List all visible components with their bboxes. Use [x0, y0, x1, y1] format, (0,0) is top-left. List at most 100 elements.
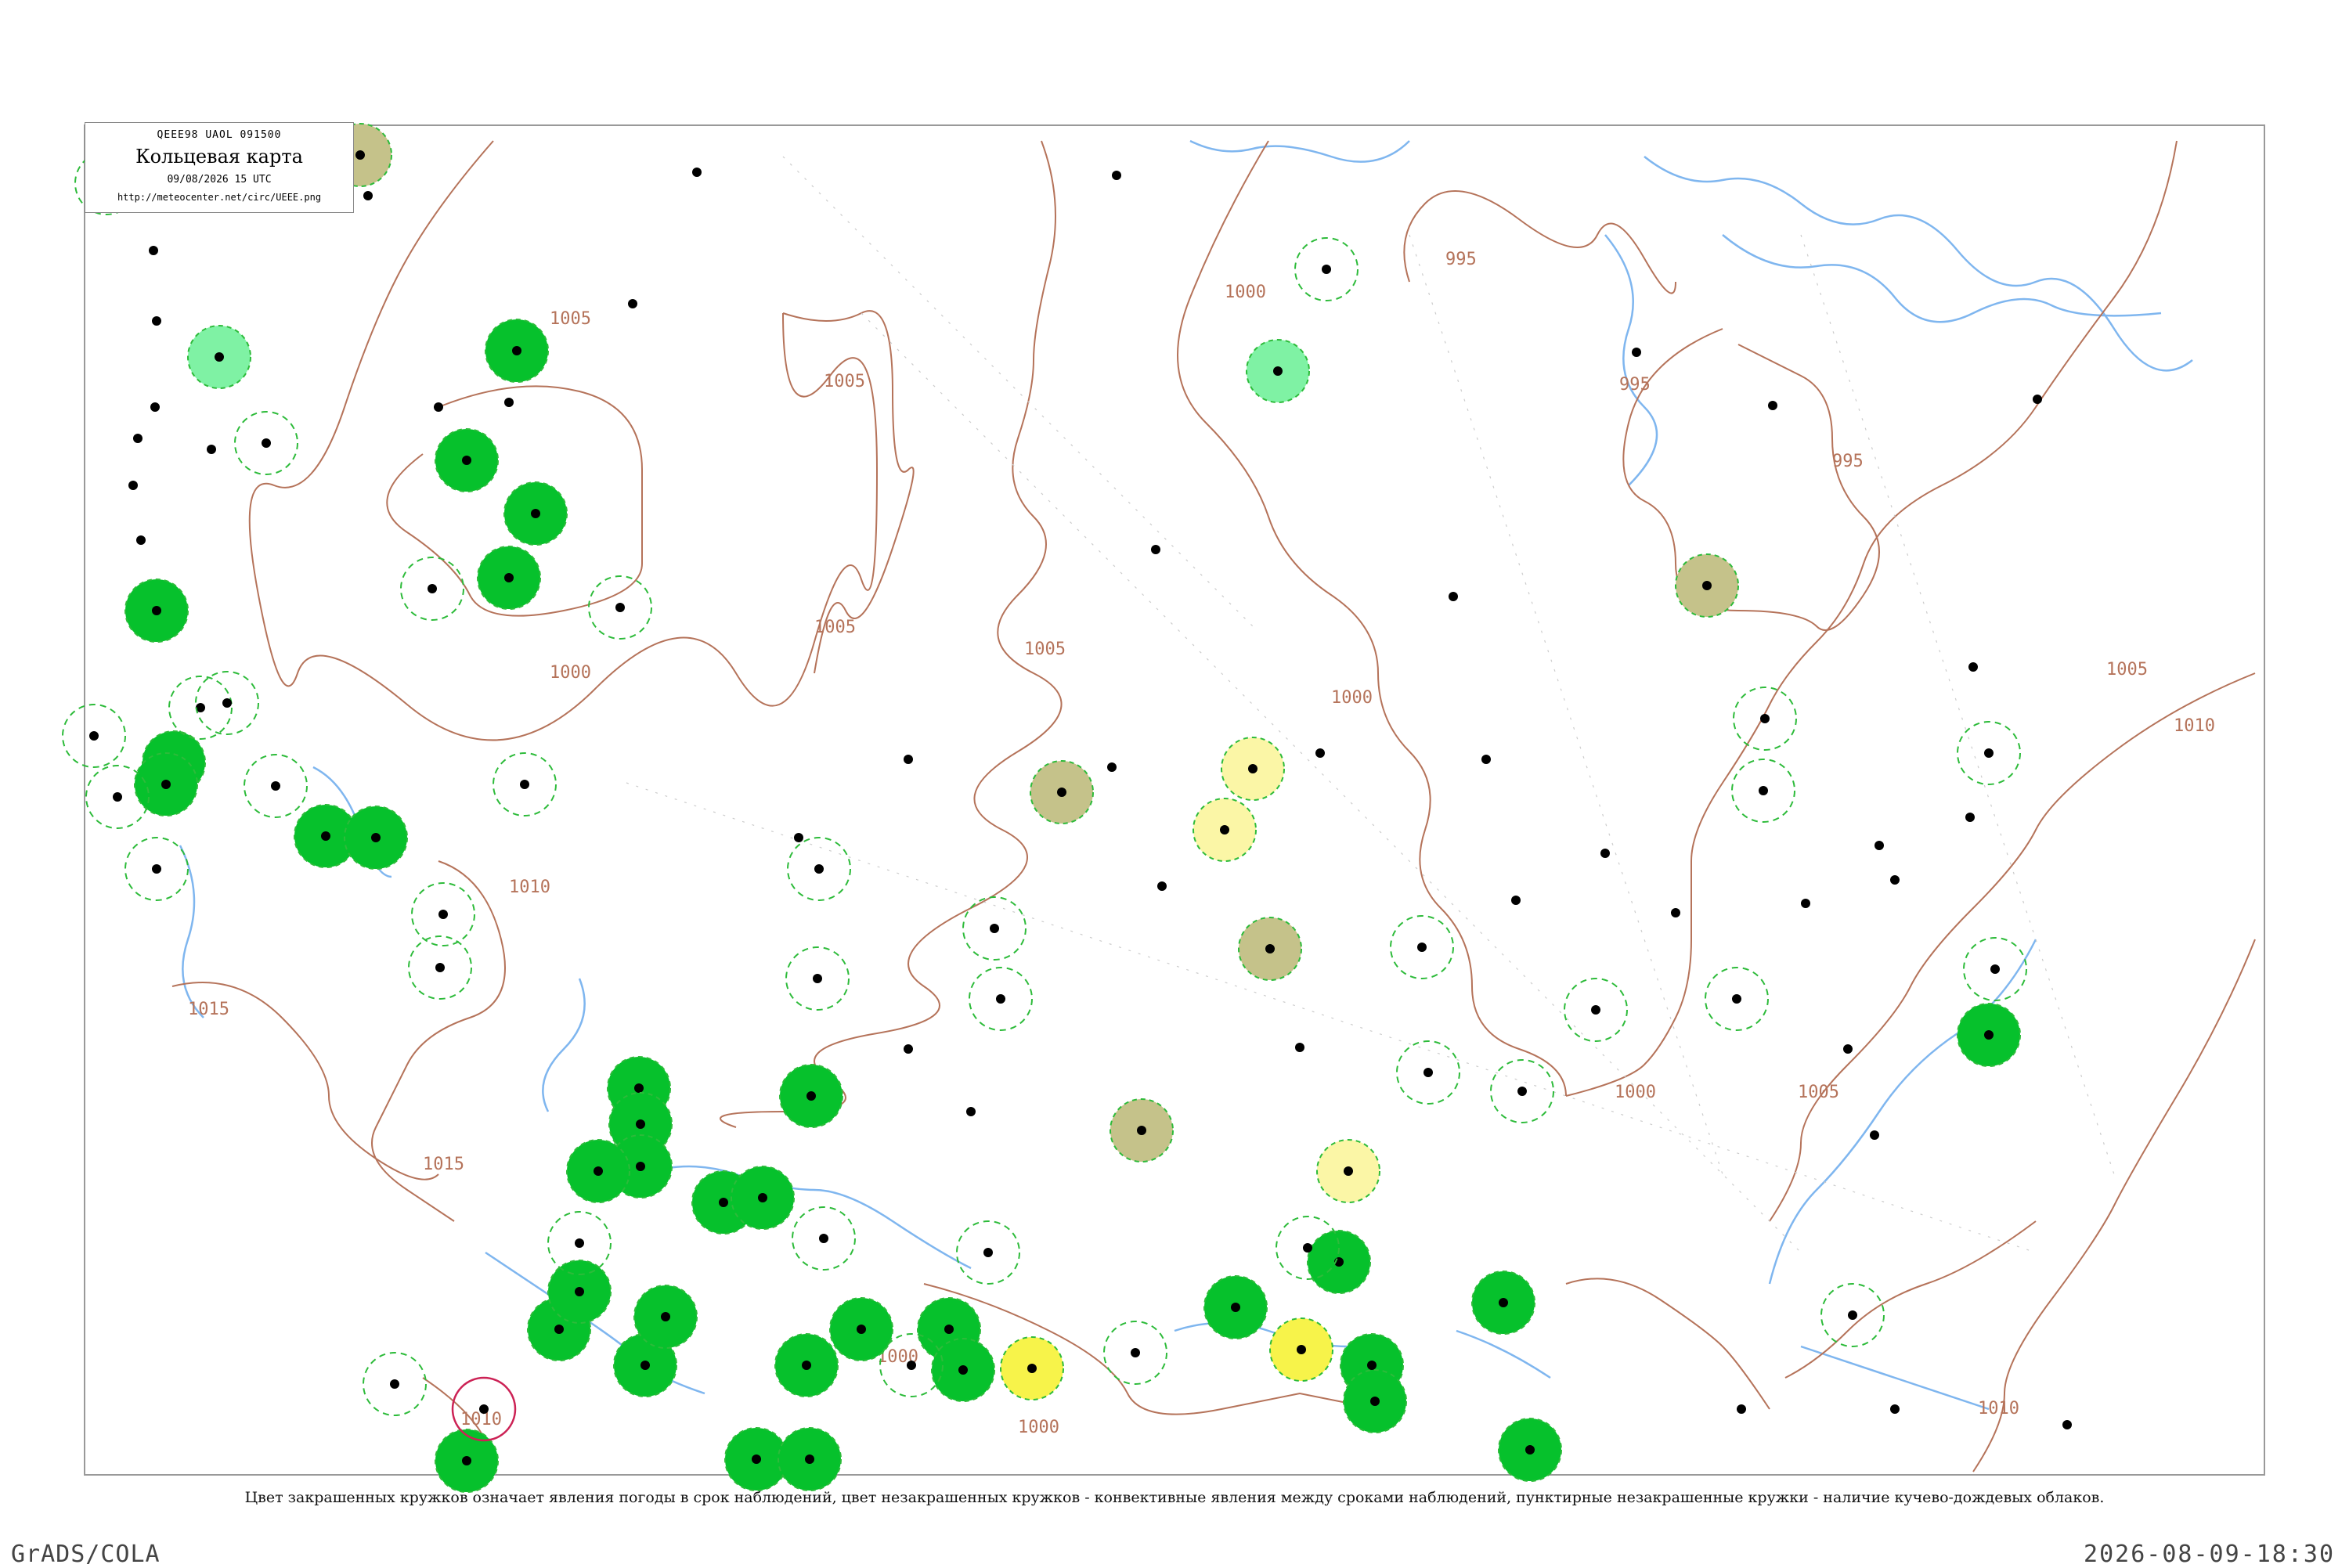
- station-dot: [149, 246, 158, 255]
- station-dot: [133, 434, 143, 443]
- station-dot: [1027, 1364, 1037, 1373]
- station-dot: [944, 1325, 954, 1334]
- rivers: [179, 139, 2193, 1411]
- station-dot: [262, 438, 271, 448]
- station-dot: [207, 445, 216, 454]
- station-dot: [1265, 944, 1275, 953]
- station-dot: [1875, 841, 1884, 850]
- station-dot: [438, 910, 448, 919]
- isobar-label: 1005: [550, 309, 591, 329]
- station-dot: [1151, 545, 1160, 554]
- station-dot: [794, 833, 803, 842]
- station-dot: [462, 1456, 471, 1465]
- map-caption: Цвет закрашенных кружков означает явлени…: [244, 1489, 2105, 1506]
- isobar-label: 995: [1832, 452, 1864, 471]
- isobar-label: 1000: [1615, 1083, 1656, 1102]
- station-dot: [2062, 1420, 2072, 1429]
- isobar-label: 1000: [1331, 688, 1373, 708]
- station-dot: [996, 994, 1005, 1004]
- station-dot: [462, 456, 471, 465]
- station-dot: [479, 1404, 489, 1414]
- station-dot: [1297, 1345, 1306, 1354]
- map-border: [84, 124, 2265, 1476]
- station-dot: [1870, 1130, 1879, 1140]
- station-dot: [1367, 1361, 1377, 1370]
- station-dot: [575, 1287, 584, 1296]
- station-dot: [113, 792, 122, 802]
- station-dot: [1525, 1445, 1535, 1454]
- station-markers: [62, 123, 2072, 1493]
- station-dot: [1273, 366, 1283, 376]
- station-dot: [1843, 1044, 1853, 1054]
- station-dot: [435, 963, 445, 972]
- station-dot: [512, 346, 521, 355]
- station-dot: [1370, 1397, 1380, 1406]
- station-dot: [1057, 788, 1066, 797]
- station-dot: [1968, 662, 1978, 672]
- station-dot: [434, 402, 443, 412]
- station-dot: [1423, 1068, 1433, 1077]
- isobar-label: 1005: [1024, 640, 1066, 659]
- station-dot: [636, 1119, 645, 1129]
- station-dot: [128, 481, 138, 490]
- station-dot: [355, 150, 365, 160]
- isobar-label: 1010: [509, 878, 550, 897]
- station-dot: [1965, 813, 1975, 822]
- station-dot: [1315, 748, 1325, 758]
- station-dot: [1344, 1166, 1353, 1176]
- station-dot: [1481, 755, 1491, 764]
- station-dot: [1231, 1303, 1240, 1312]
- isobar-label: 1000: [550, 663, 591, 683]
- station-dot: [857, 1325, 866, 1334]
- isobar-label: 995: [1619, 375, 1651, 395]
- station-dot: [321, 831, 330, 841]
- station-dot: [819, 1234, 828, 1243]
- station-dot: [2033, 395, 2042, 404]
- station-dot: [1511, 896, 1521, 905]
- station-dot: [371, 833, 381, 842]
- station-dot: [1759, 786, 1768, 795]
- isobar-label: 1015: [188, 1000, 229, 1019]
- station-dot: [363, 191, 373, 200]
- station-dot: [958, 1365, 968, 1375]
- station-dot: [1737, 1404, 1746, 1414]
- station-dot: [1984, 748, 1994, 758]
- station-dot: [520, 780, 529, 789]
- station-dot: [806, 1091, 816, 1101]
- station-dot: [136, 535, 146, 545]
- station-dot: [554, 1325, 564, 1334]
- station-dot: [1107, 762, 1117, 772]
- station-dot: [1848, 1310, 1857, 1320]
- station-dot: [628, 299, 637, 308]
- station-dot: [504, 573, 514, 582]
- station-dot: [1732, 994, 1741, 1004]
- station-dot: [805, 1454, 814, 1464]
- station-dot: [813, 974, 822, 983]
- station-dot: [904, 755, 913, 764]
- station-dot: [814, 864, 824, 874]
- station-dot: [752, 1454, 761, 1464]
- isobar-label: 995: [1445, 250, 1477, 269]
- station-dot: [640, 1361, 650, 1370]
- isobar-label: 1010: [1978, 1399, 2019, 1418]
- station-dot: [1303, 1243, 1312, 1253]
- station-dot: [531, 509, 540, 518]
- map-title: Кольцевая карта: [135, 146, 303, 168]
- source-url[interactable]: http://meteocenter.net/circ/UEEE.png: [85, 192, 353, 203]
- station-dot: [907, 1361, 916, 1370]
- station-dot: [1984, 1030, 1994, 1040]
- station-dot: [215, 352, 224, 362]
- bulletin-code: QEEE98 UAOL 091500: [157, 129, 282, 141]
- station-dot: [152, 864, 161, 874]
- station-dot: [802, 1361, 811, 1370]
- station-dot: [1220, 825, 1229, 834]
- station-dot: [966, 1107, 976, 1116]
- station-dot: [615, 603, 625, 612]
- station-dot: [152, 606, 161, 615]
- isobar-label: 1005: [2106, 660, 2148, 679]
- station-dot: [428, 584, 437, 593]
- weather-map: 1005 1005 1000 1005 1010 1015 1015 1010 …: [62, 123, 2265, 1493]
- station-dot: [271, 781, 280, 791]
- software-label: GrADS/COLA: [11, 1541, 161, 1568]
- station-dot: [634, 1083, 644, 1093]
